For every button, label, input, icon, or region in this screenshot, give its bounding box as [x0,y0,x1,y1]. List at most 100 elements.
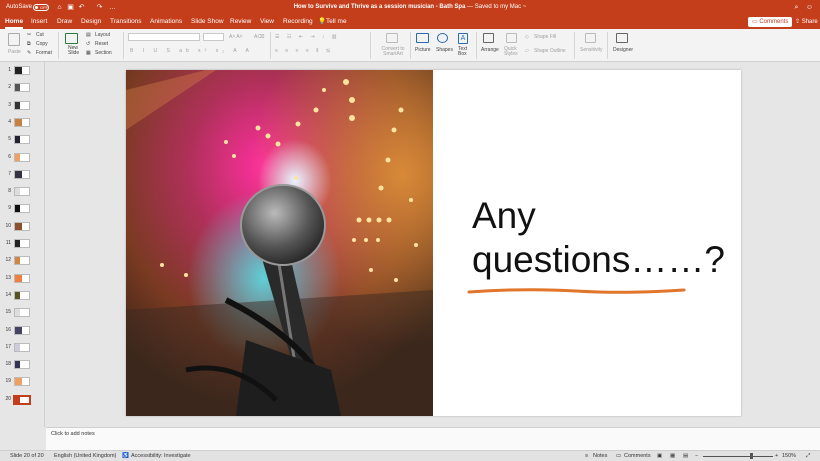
sensitivity-icon[interactable] [585,33,596,43]
thumbnail-number: 4 [8,118,11,125]
underline-stroke [467,288,686,294]
tab-transitions[interactable]: Transitions [110,18,142,26]
font-size-controls[interactable]: A˄ A˅ [229,34,243,40]
slide-thumbnail[interactable] [14,100,30,110]
lightbulb-icon: 💡 [318,18,327,25]
share-button[interactable]: ⇪ Share [791,17,820,27]
tab-insert[interactable]: Insert [31,18,47,26]
picture-icon[interactable] [416,33,429,43]
slide-sorter-icon[interactable]: ▦ [670,453,675,460]
tab-tell-me[interactable]: Tell me [326,18,347,26]
slide-thumbnail[interactable] [14,342,30,352]
text-format-icons[interactable]: B I U S ab x² x₂ A A [130,48,253,54]
arrange-icon[interactable] [483,33,494,43]
zoom-out-icon[interactable]: − [695,453,698,460]
slide-thumbnail[interactable] [14,377,30,387]
tab-animations[interactable]: Animations [150,18,182,26]
comments-status-icon: ▭ [616,453,622,459]
layout-button[interactable]: Layout [95,32,110,38]
font-size-input[interactable] [203,33,224,41]
slide-thumbnail[interactable] [14,325,30,335]
reading-view-icon[interactable]: ▤ [683,453,688,460]
copy-icon: ⧉ [27,41,31,47]
comments-toggle[interactable]: Comments [624,453,651,460]
text-box-button[interactable]: Text Box [458,47,470,57]
notes-toggle[interactable]: Notes [593,453,607,460]
tab-design[interactable]: Design [81,18,101,26]
font-family-input[interactable] [128,33,200,41]
slide-thumbnail[interactable] [14,66,30,75]
picture-button[interactable]: Picture [415,47,431,53]
thumbnail-number: 11 [5,240,11,246]
slide-thumbnail[interactable] [14,308,30,318]
tab-view[interactable]: View [260,18,274,26]
thumbnail-number: 8 [8,188,11,195]
tab-review[interactable]: Review [230,18,251,26]
designer-button[interactable]: Designer [613,47,633,53]
shape-outline-button[interactable]: Shape Outline [534,48,566,54]
thumbnail-number: 9 [8,205,11,212]
slide-title[interactable]: Any questions……? [472,194,725,282]
search-icon[interactable]: ⌕ [792,3,801,12]
smartart-icon[interactable] [386,33,398,43]
designer-icon[interactable] [616,33,628,43]
sensitivity-button[interactable]: Sensitivity [580,47,603,53]
zoom-slider[interactable] [703,456,773,457]
slide-thumbnail[interactable] [14,117,30,127]
microphone-photo[interactable] [126,70,433,416]
slide-thumbnail[interactable] [14,169,30,179]
thumbnail-number: 19 [5,378,11,385]
alignment-icons[interactable]: ≡ ≡ ≡ ≡ ⫴ ⇅ [275,48,333,54]
reset-button[interactable]: Reset [95,41,108,47]
format-button[interactable]: Format [36,50,52,56]
slide-thumbnail[interactable] [14,135,30,145]
tab-draw[interactable]: Draw [57,18,72,26]
section-button[interactable]: Section [95,50,112,56]
notes-placeholder: Click to add notes [51,431,95,437]
slide-thumbnail[interactable] [14,256,30,266]
normal-view-icon[interactable]: ▣ [657,453,662,460]
slide-thumbnail[interactable] [14,152,30,162]
shapes-icon[interactable] [437,33,448,43]
new-slide-button[interactable]: New Slide [68,46,82,56]
fit-slide-icon[interactable]: ⤢ [806,453,810,460]
text-box-icon[interactable]: A [458,33,468,44]
zoom-slider-handle[interactable] [750,453,753,459]
zoom-level[interactable]: 150% [782,453,796,460]
zoom-in-icon[interactable]: + [775,453,778,460]
paste-icon[interactable] [8,33,20,46]
arrange-button[interactable]: Arrange [481,47,499,53]
shape-fill-button[interactable]: Shape Fill [534,34,556,40]
slide-thumbnail[interactable] [14,360,30,370]
thumbnail-number: 12 [5,257,11,264]
slide-thumbnail[interactable] [14,83,30,93]
tab-slide-show[interactable]: Slide Show [191,18,224,26]
clear-format-icon[interactable]: A⌫ [254,34,264,40]
paste-button[interactable]: Paste [8,49,21,55]
notes-pane[interactable]: Click to add notes [46,427,820,450]
shapes-button[interactable]: Shapes [436,47,453,53]
language-status[interactable]: English (United Kingdom) [54,453,116,460]
list-icons[interactable]: ☰ ☷ ⇤ ⇥ ↕ ▥ [275,34,340,40]
slide-counter: Slide 20 of 20 [10,453,44,459]
slide-thumbnail[interactable] [14,187,30,197]
convert-smartart-button[interactable]: Convert to SmartArt [379,47,407,57]
quick-styles-button[interactable]: Quick Styles [504,47,520,57]
title-bar: AutoSave OFF ⌂ ▣ ↶ ↷ … How to Survive an… [0,0,820,15]
accessibility-status[interactable]: Accessibility: Investigate [131,453,191,460]
account-icon[interactable]: ☺ [805,3,814,12]
slide-thumbnail[interactable] [14,273,30,283]
cut-button[interactable]: Cut [36,32,44,38]
slide-thumbnail[interactable] [14,221,30,231]
copy-button[interactable]: Copy [36,41,48,47]
slide-thumbnail[interactable] [14,239,30,248]
slide-thumbnail[interactable] [13,394,31,405]
comments-button[interactable]: ▭ Comments [748,17,793,27]
slide[interactable]: Any questions……? [126,70,741,416]
slide-thumbnail[interactable] [14,290,30,300]
quick-styles-icon[interactable] [506,33,517,43]
tab-home[interactable]: Home [5,18,24,29]
tab-recording[interactable]: Recording [283,18,313,26]
slide-thumbnail[interactable] [14,204,30,214]
new-slide-icon[interactable] [65,33,78,44]
